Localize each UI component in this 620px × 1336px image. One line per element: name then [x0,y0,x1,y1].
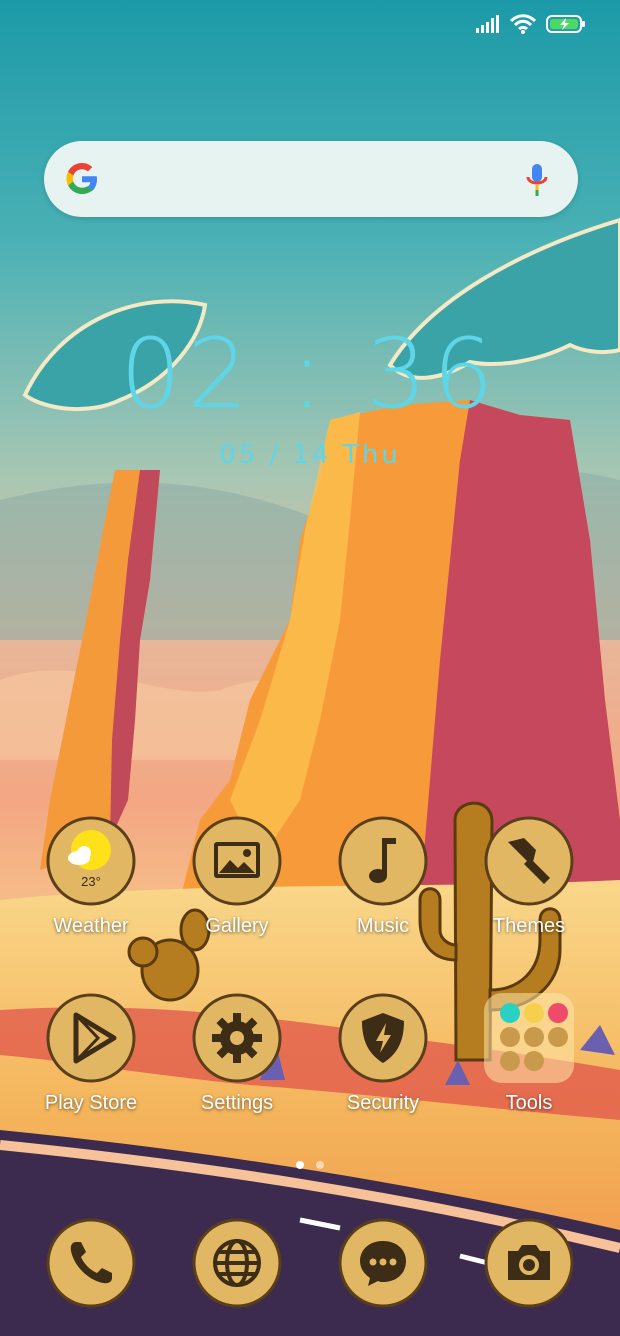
folder-label-tools: Tools [505,1092,553,1114]
folder-tools[interactable]: Tools [469,993,589,1115]
shield-bolt-icon [338,993,428,1083]
clock-time[interactable]: 02 : 36 [0,318,620,430]
battery-charging-icon [546,15,585,33]
page-indicator [296,1161,324,1169]
signal-icon [476,15,499,33]
app-label-gallery: Gallery [205,915,269,937]
clock-date: 05 / 14 Thu [219,440,401,470]
play-store-icon [46,993,136,1083]
app-settings[interactable]: Settings [177,993,297,1115]
dock-camera[interactable] [469,1218,589,1308]
camera-icon [484,1218,574,1308]
folder-icon [484,993,574,1083]
google-search-bar[interactable] [44,141,578,217]
dock-browser[interactable] [177,1218,297,1308]
app-label-music: Music [356,915,410,937]
app-themes[interactable]: Themes [469,816,589,938]
phone-icon [46,1218,136,1308]
page-dot-2[interactable] [316,1161,324,1169]
page-dot-1[interactable] [296,1161,304,1169]
microphone-icon[interactable] [526,163,548,197]
music-note-icon [338,816,428,906]
globe-icon [192,1218,282,1308]
dock-phone[interactable] [31,1218,151,1308]
app-label-settings: Settings [200,1092,274,1114]
app-security[interactable]: Security [323,993,443,1115]
weather-icon: 23° [46,816,136,906]
app-gallery[interactable]: Gallery [177,816,297,938]
paint-brush-icon [484,816,574,906]
status-bar [476,14,586,34]
google-logo-icon [66,163,97,194]
dock-messages[interactable] [323,1218,443,1308]
gear-icon [192,993,282,1083]
gallery-icon [192,816,282,906]
app-label-themes: Themes [492,915,566,937]
app-label-play-store: Play Store [44,1092,138,1114]
app-weather[interactable]: 23° Weather [31,816,151,938]
chat-bubble-icon [338,1218,428,1308]
wifi-icon [510,14,536,34]
app-play-store[interactable]: Play Store [31,993,151,1115]
app-music[interactable]: Music [323,816,443,938]
app-label-weather: Weather [53,915,129,937]
app-label-security: Security [346,1092,420,1114]
weather-temperature: 23° [81,874,101,889]
